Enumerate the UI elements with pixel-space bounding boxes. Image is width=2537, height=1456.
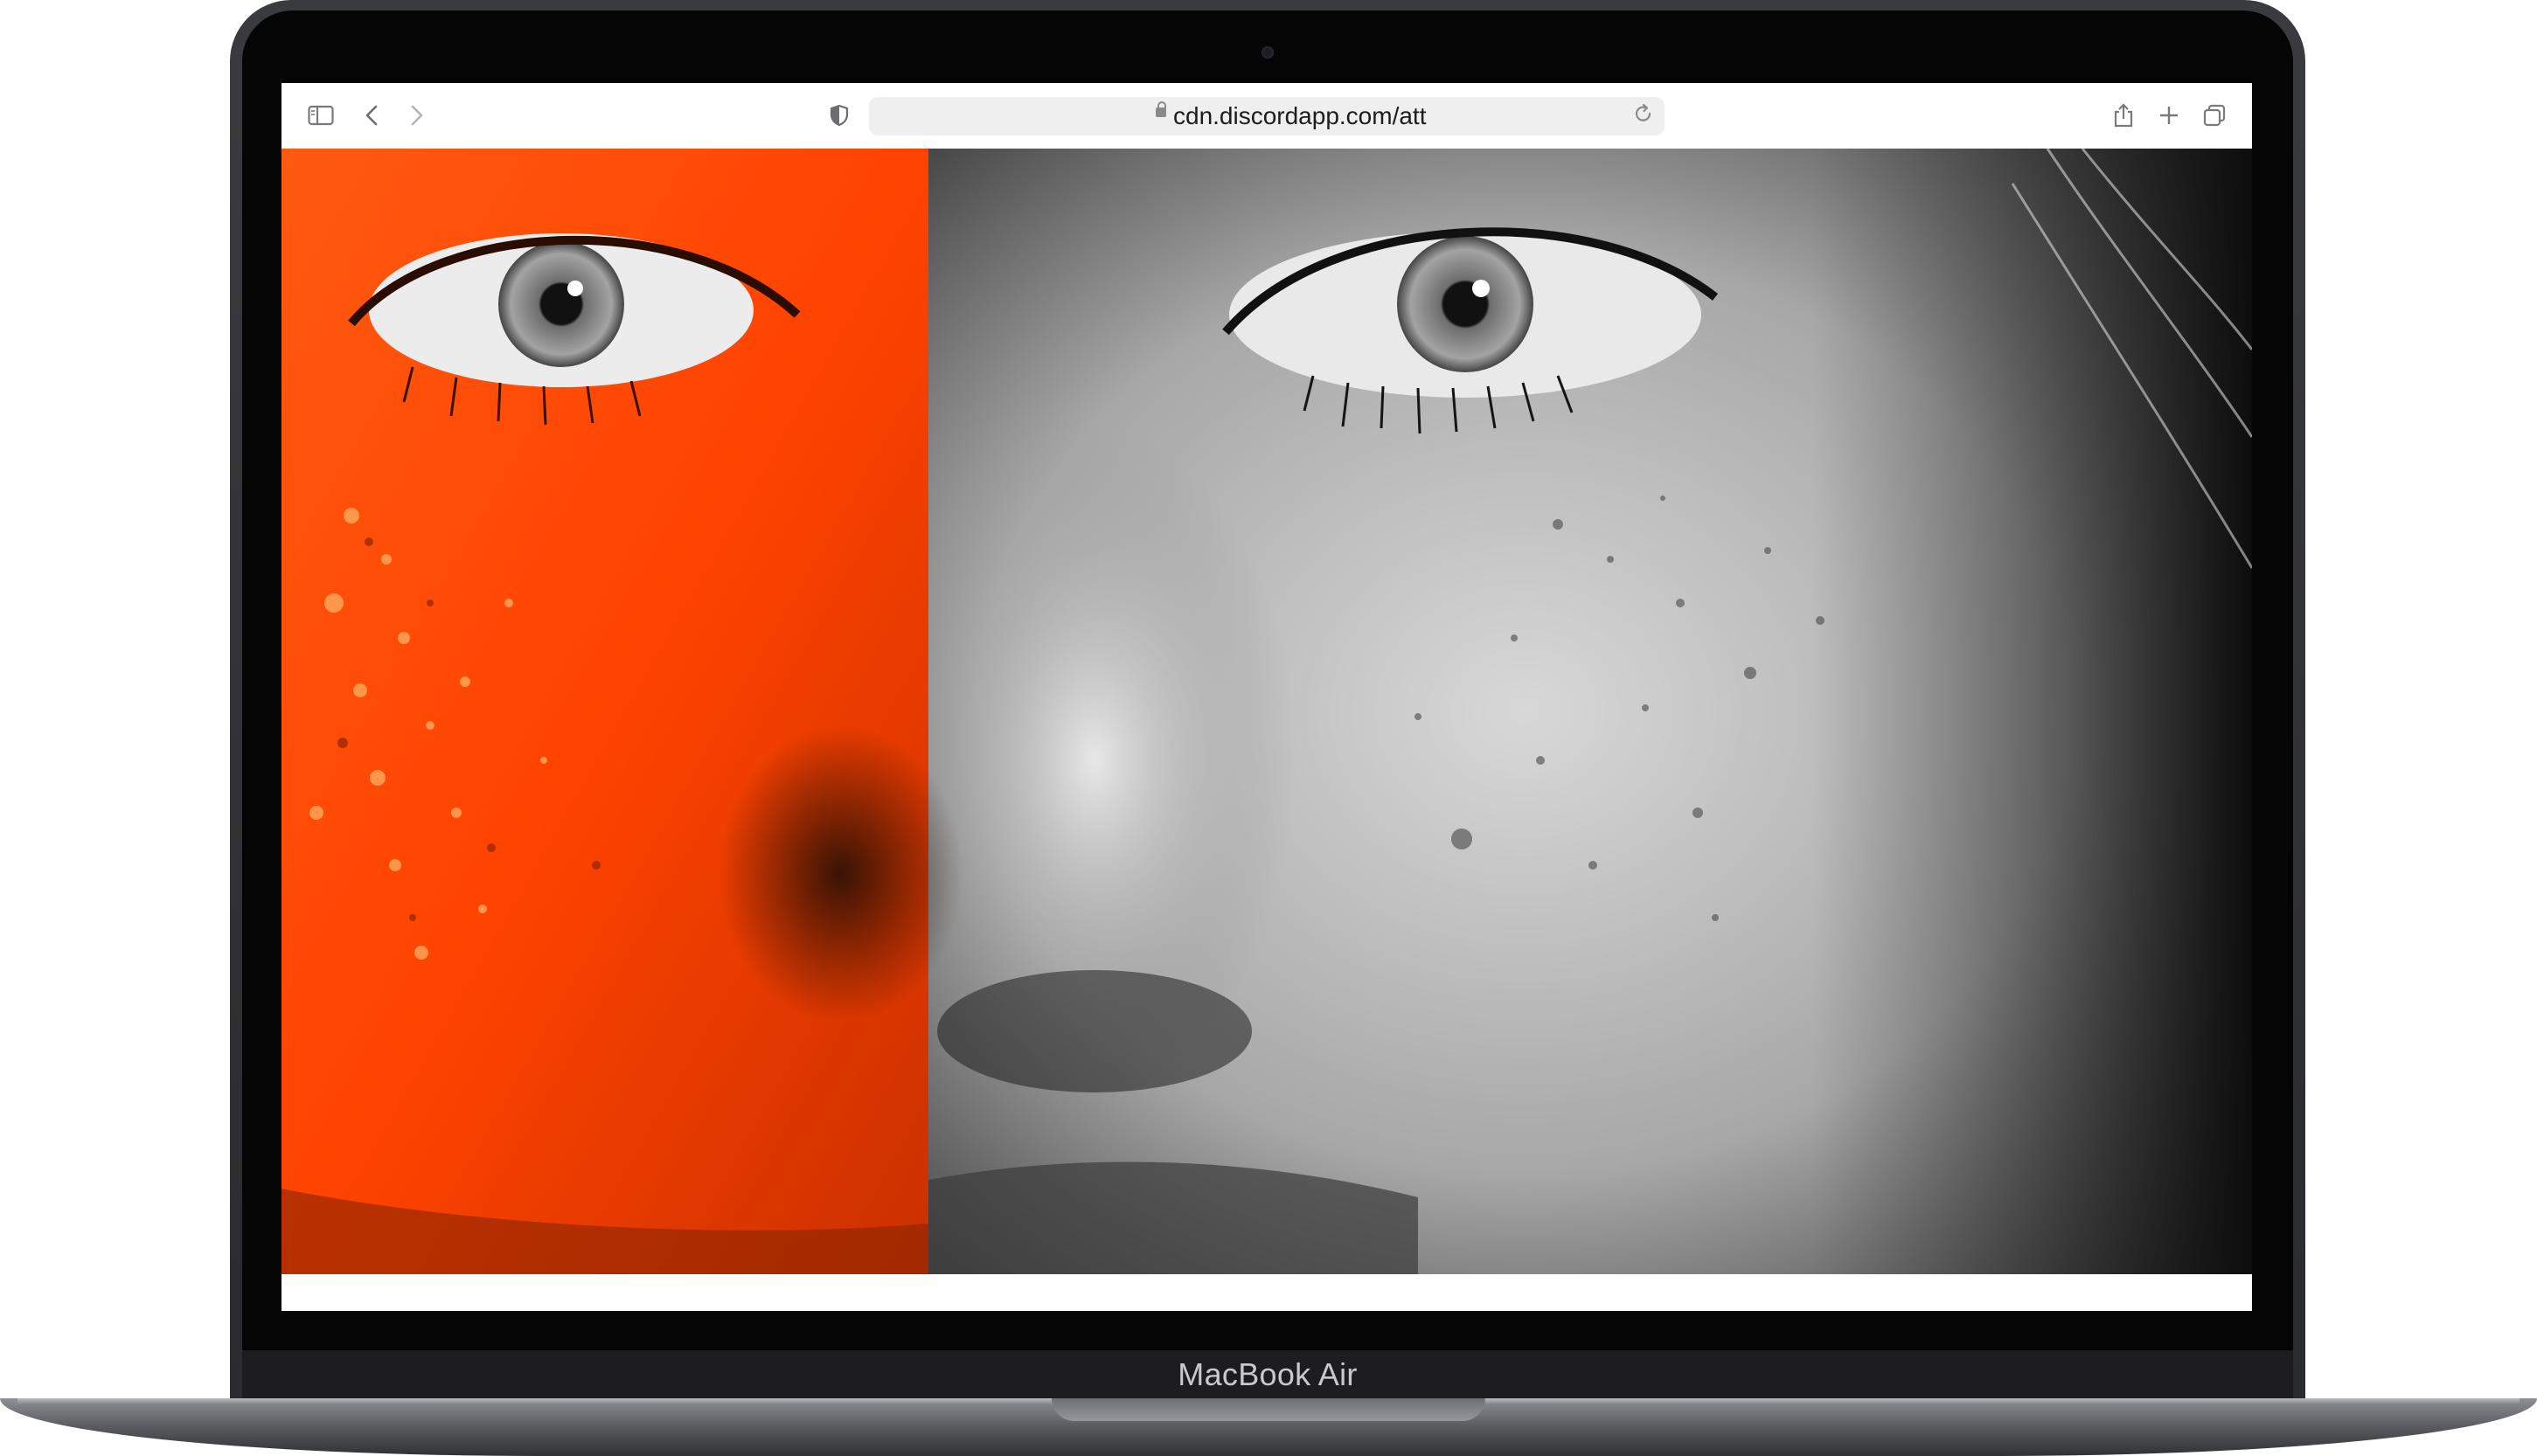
browser-toolbar: cdn.discordapp.com/att bbox=[282, 83, 2252, 149]
browser-window: cdn.discordapp.com/att bbox=[282, 83, 2252, 1311]
url-text: cdn.discordapp.com/att bbox=[1173, 102, 1427, 129]
tabs-overview-icon[interactable] bbox=[2201, 98, 2228, 133]
reload-icon[interactable] bbox=[1633, 101, 1654, 133]
new-tab-icon[interactable] bbox=[2156, 98, 2182, 133]
opening-notch bbox=[1052, 1398, 1485, 1421]
webcam-icon bbox=[1262, 46, 1274, 59]
displayed-image bbox=[282, 149, 2252, 1274]
lock-icon bbox=[1156, 101, 1166, 117]
share-icon[interactable] bbox=[2110, 98, 2137, 133]
shield-icon[interactable] bbox=[826, 98, 852, 133]
page-bottom-margin bbox=[282, 1274, 2252, 1311]
sidebar-icon[interactable] bbox=[306, 98, 336, 133]
address-bar[interactable]: cdn.discordapp.com/att bbox=[869, 97, 1665, 135]
forward-icon[interactable] bbox=[404, 98, 430, 133]
back-icon[interactable] bbox=[358, 98, 385, 133]
model-label: MacBook Air bbox=[1178, 1356, 1358, 1392]
